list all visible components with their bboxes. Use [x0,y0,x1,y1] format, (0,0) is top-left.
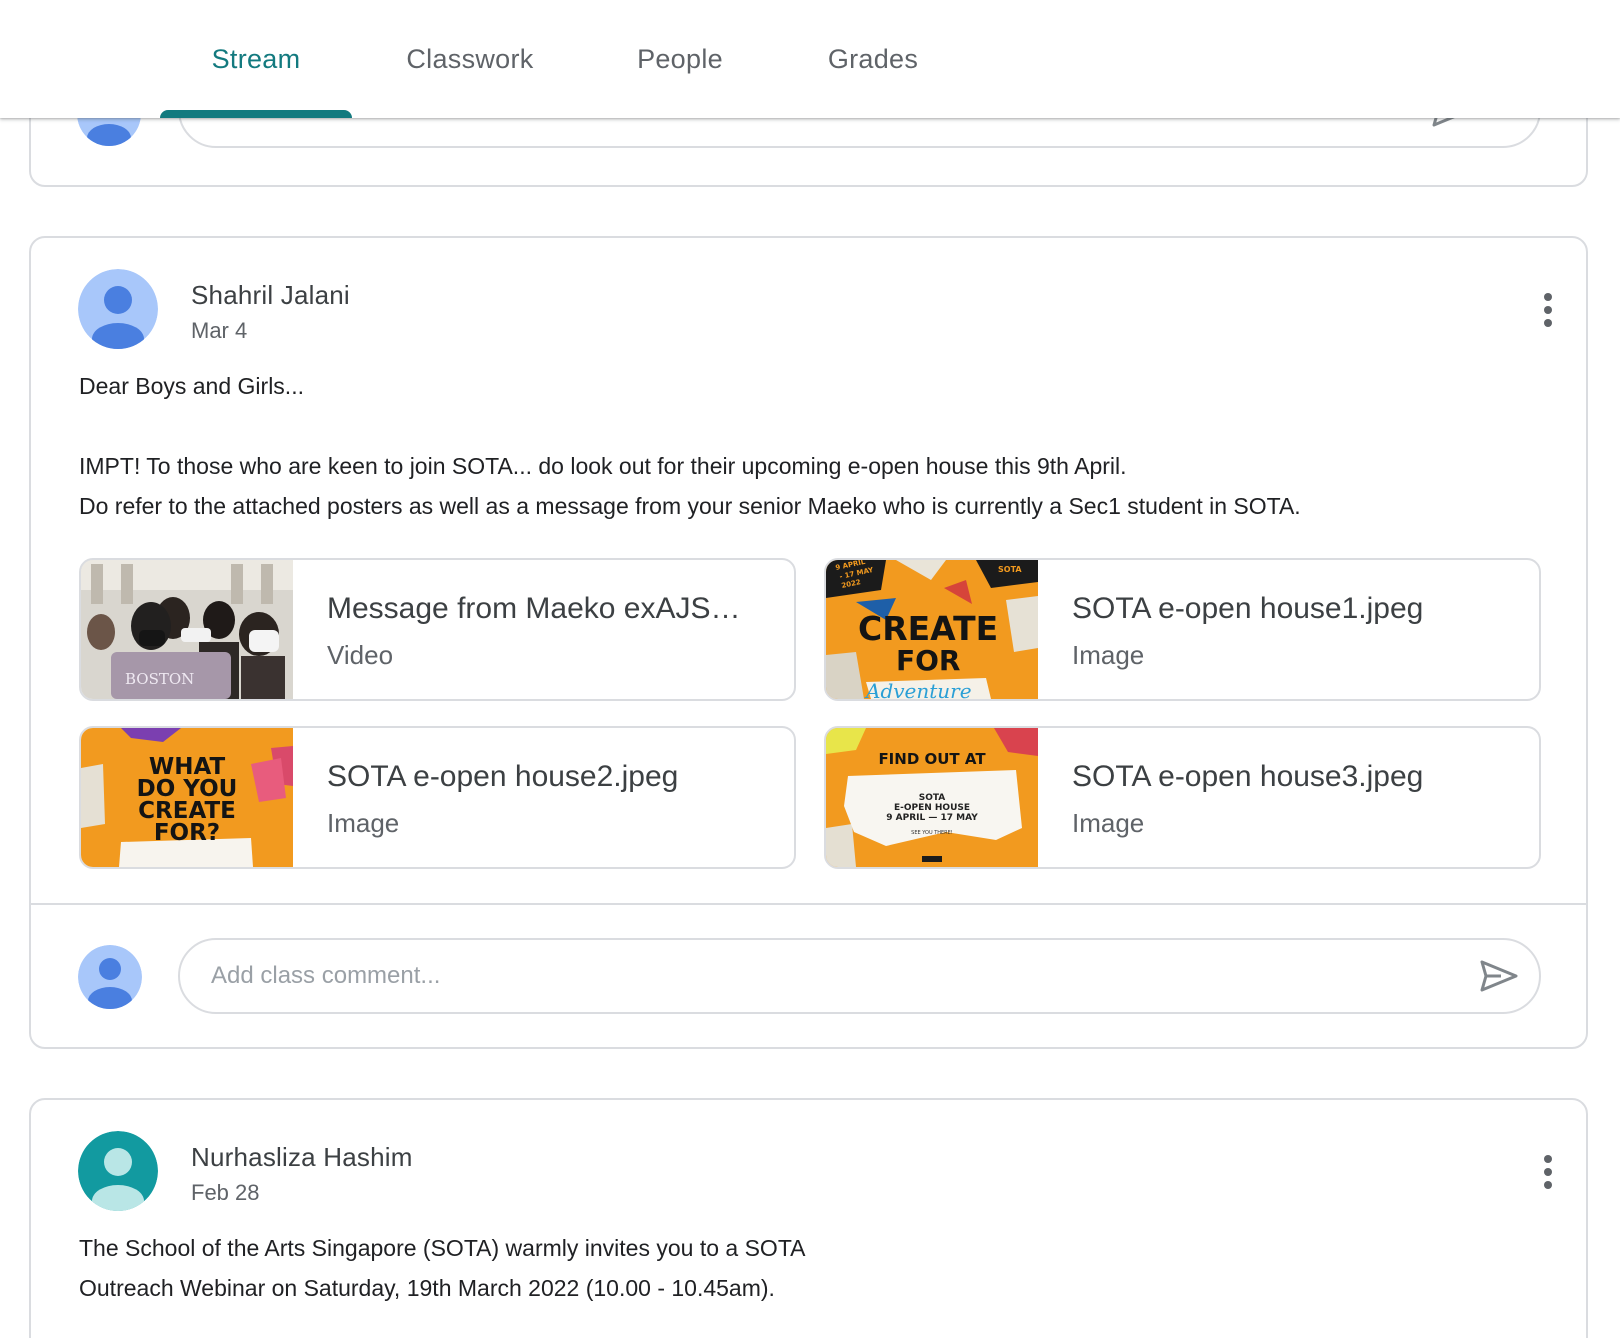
tab-classwork[interactable]: Classwork [380,0,560,118]
post-author: Shahril Jalani [191,280,350,310]
post-card: Shahril Jalani Mar 4 Dear Boys and Girls… [29,236,1588,1049]
image-thumbnail: WHAT DO YOU CREATE FOR? [81,728,293,867]
class-nav-bar: Stream Classwork People Grades [0,0,1620,118]
attachment-type: Image [1072,640,1145,670]
attachment-type: Video [327,640,394,670]
active-tab-indicator [160,110,352,118]
thumb-heading: FIND OUT AT [878,750,986,768]
post-body-line: IMPT! To those who are keen to join SOTA… [79,453,1127,479]
thumb-shirt-text: BOSTON [125,670,194,688]
tab-grades-label: Grades [827,43,919,74]
post-body-line: The School of the Arts Singapore (SOTA) … [79,1235,806,1261]
thumb-line4: SEE YOU THERE! [911,830,953,836]
tab-stream-label: Stream [211,43,301,74]
video-thumbnail: BOSTON [81,560,293,699]
attachment-type: Image [1072,808,1145,838]
post-author: Nurhasliza Hashim [191,1142,413,1172]
attachment-title: Message from Maeko exAJSS (Sec1 SOTA) [327,592,757,625]
attachment-image[interactable]: WHAT DO YOU CREATE FOR? SOTA e-open hous… [79,726,796,869]
comment-input[interactable] [178,938,1541,1014]
tab-people[interactable]: People [614,0,746,118]
post-date: Feb 28 [191,1180,260,1205]
comment-divider [31,903,1586,905]
tab-classwork-label: Classwork [406,43,534,74]
author-avatar [78,269,158,349]
post-body-line: Dear Boys and Girls... [79,373,304,399]
thumb-script-word: Adventure [864,679,972,699]
comment-avatar [78,945,142,1009]
send-icon[interactable] [1474,951,1524,1001]
post-body-line: Outreach Webinar on Saturday, 19th March… [79,1275,775,1301]
attachment-title: SOTA e-open house2.jpeg [327,760,679,793]
thumb-line3: 9 APRIL — 17 MAY [886,813,978,823]
more-options-icon[interactable] [1524,1148,1572,1196]
thumb-line2: E-OPEN HOUSE [894,803,970,813]
tab-stream[interactable]: Stream [160,0,352,118]
image-thumbnail: 9 APRIL - 17 MAY 2022 SOTA CREATE FOR Ad… [826,560,1038,699]
attachment-title: SOTA e-open house1.jpeg [1072,592,1424,625]
image-thumbnail: FIND OUT AT SOTA E-OPEN HOUSE 9 APRIL — … [826,728,1038,867]
post-date: Mar 4 [191,318,248,343]
thumb-headline-2: FOR [896,644,961,677]
thumb-line4: FOR? [154,820,220,846]
thumb-headline: CREATE [858,609,998,648]
post-body-line: Do refer to the attached posters as well… [79,493,1301,519]
attachment-image[interactable]: 9 APRIL - 17 MAY 2022 SOTA CREATE FOR Ad… [824,558,1541,701]
attachment-video[interactable]: BOSTON Message from Maeko exAJSS (Sec1 S… [79,558,796,701]
attachment-image[interactable]: FIND OUT AT SOTA E-OPEN HOUSE 9 APRIL — … [824,726,1541,869]
attachment-title: SOTA e-open house3.jpeg [1072,760,1424,793]
attachment-type: Image [327,808,400,838]
author-avatar [78,1131,158,1211]
thumb-logo-text: SOTA [998,565,1022,574]
post-card: Nurhasliza Hashim Feb 28 The School of t… [29,1098,1588,1338]
tab-people-label: People [637,43,723,74]
tab-grades[interactable]: Grades [806,0,940,118]
more-options-icon[interactable] [1524,286,1572,334]
thumb-line1: SOTA [919,793,946,803]
